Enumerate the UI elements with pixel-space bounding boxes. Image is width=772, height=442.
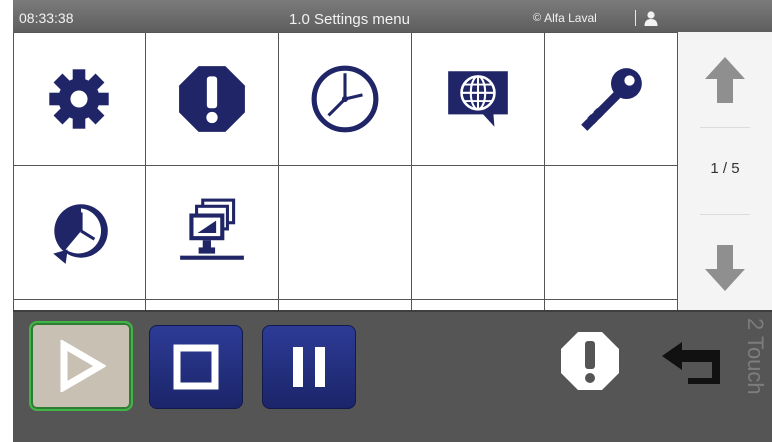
pager-divider — [700, 214, 750, 215]
grid-line — [13, 165, 678, 166]
grid-line — [278, 33, 279, 311]
menu-tile-empty — [545, 166, 677, 297]
page-down-button[interactable] — [678, 228, 772, 308]
alarm-icon — [179, 65, 245, 132]
grid-line — [145, 33, 146, 311]
grid-line — [544, 33, 545, 311]
page-title: 1.0 Settings menu — [289, 11, 410, 28]
pause-icon — [293, 347, 325, 387]
brand-logo-icon: © — [533, 12, 542, 24]
menu-tile-time[interactable] — [279, 33, 411, 164]
gear-icon — [49, 68, 109, 129]
network-icon — [180, 198, 244, 260]
page-up-button[interactable] — [678, 40, 772, 120]
user-icon[interactable] — [643, 10, 659, 26]
page-indicator: 1 / 5 — [710, 160, 740, 177]
clock-icon — [311, 65, 379, 132]
arrow-up-icon — [705, 57, 745, 103]
settings-menu-grid — [13, 32, 678, 311]
status-bar: 08:33:38 1.0 Settings menu © Alfa Laval — [13, 0, 772, 32]
pager-divider — [700, 127, 750, 128]
hmi-screen: 08:33:38 1.0 Settings menu © Alfa Laval — [13, 0, 772, 442]
menu-tile-general-settings[interactable] — [13, 33, 145, 164]
clock-time: 08:33:38 — [19, 10, 74, 26]
grid-line — [13, 299, 678, 300]
menu-tile-empty — [279, 166, 411, 297]
menu-tile-access-key[interactable] — [545, 33, 677, 164]
grid-line — [411, 33, 412, 311]
menu-tile-alarms[interactable] — [146, 33, 278, 164]
arrow-down-icon — [705, 245, 745, 291]
menu-tile-language[interactable] — [412, 33, 544, 164]
language-globe-icon — [448, 70, 508, 127]
back-arrow-icon[interactable] — [658, 336, 730, 388]
start-button[interactable] — [29, 321, 133, 411]
grid-line — [13, 33, 14, 311]
status-divider — [635, 10, 636, 26]
menu-tile-empty — [412, 166, 544, 297]
stop-button[interactable] — [149, 325, 243, 409]
pause-button[interactable] — [262, 325, 356, 409]
brand-label: © Alfa Laval — [533, 11, 597, 25]
key-icon — [581, 67, 642, 131]
alarm-icon[interactable] — [559, 330, 621, 392]
brand-name: Alfa Laval — [544, 11, 597, 25]
play-icon — [60, 340, 106, 392]
menu-tile-clock-reset[interactable] — [13, 166, 145, 297]
menu-tile-network[interactable] — [146, 166, 278, 297]
product-logo: 2 Touch — [743, 318, 768, 395]
page-navigator: 1 / 5 — [678, 32, 772, 310]
stop-icon — [173, 344, 219, 390]
clock-reset-icon — [53, 203, 108, 264]
screen-bezel — [0, 0, 13, 442]
control-bar: 2 Touch — [13, 310, 772, 442]
